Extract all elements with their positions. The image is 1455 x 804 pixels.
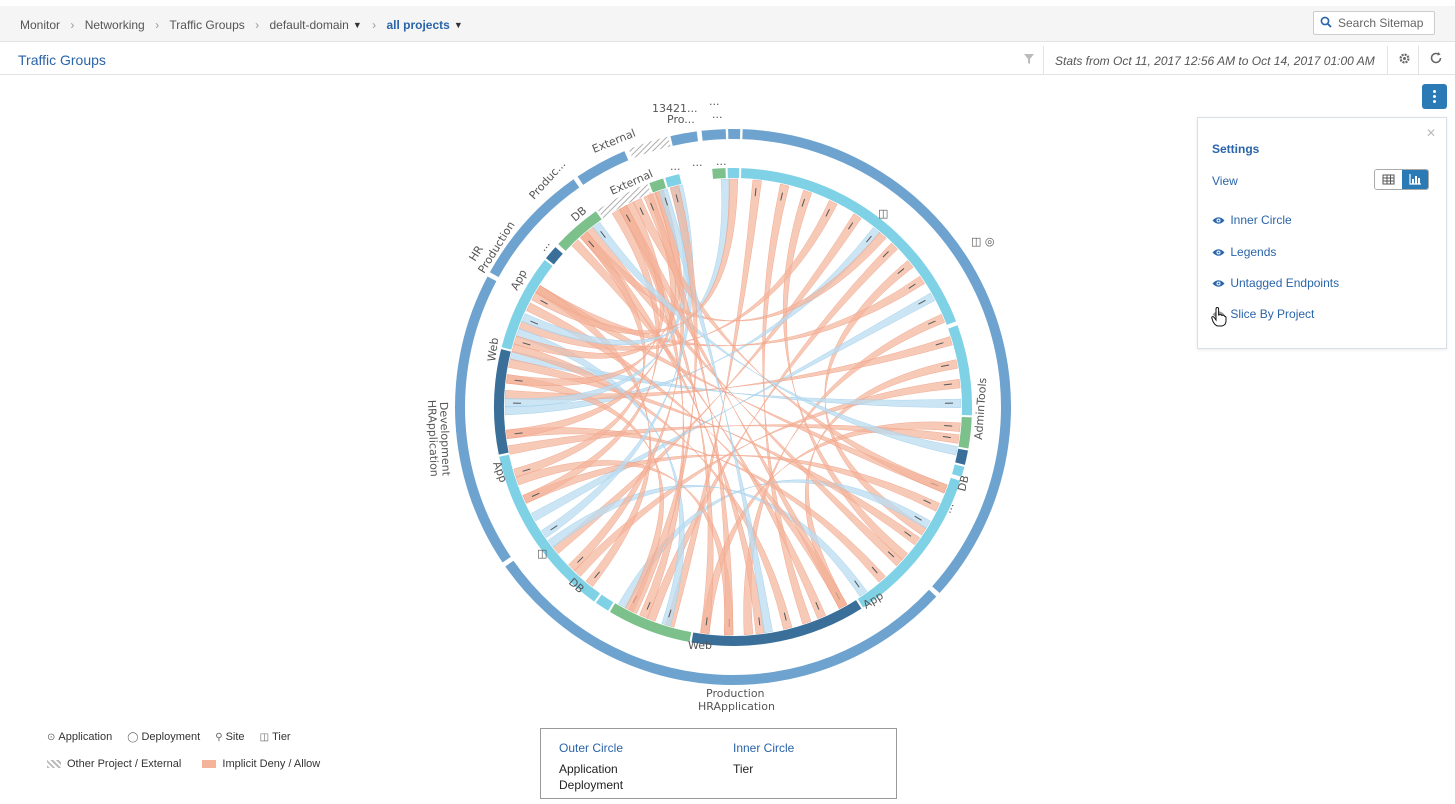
inner-circle-line: Tier [733, 762, 754, 776]
outer-arc-13421b[interactable] [670, 131, 699, 146]
inner-arc-cyan-1[interactable] [727, 168, 740, 179]
legend-tier: ◫ Tier [260, 731, 291, 743]
outer-arc-13421[interactable] [701, 129, 726, 141]
inner-arc-small[interactable] [595, 594, 614, 611]
traffic-chord[interactable] [573, 378, 961, 577]
chord-layer [504, 178, 962, 636]
legend-types: ⊙ Application ◯ Deployment ⚲ Site ◫ Tier [47, 731, 303, 743]
inner-arc-web-bottom[interactable] [691, 600, 862, 646]
legend-other-project: Other Project / External [47, 758, 181, 770]
inner-label-dots-1: ... [670, 160, 681, 173]
inner-label-dots-left: ... [536, 238, 553, 254]
legend-deployment: ◯ Deployment [127, 731, 200, 743]
outer-circle-column: Outer Circle Application Deployment [559, 741, 623, 793]
tier-icon: ◫ [259, 732, 270, 743]
outer-label-production-bottom: Production [706, 687, 765, 700]
legend-site: ⚲ Site [215, 731, 244, 743]
inner-arc-db-right[interactable] [958, 416, 972, 449]
outer-arc-external[interactable] [628, 136, 671, 159]
tier-icon: ◫ [878, 207, 888, 220]
outer-circle-title: Outer Circle [559, 741, 624, 755]
inner-arc-dark-right[interactable] [955, 448, 968, 465]
outer-label-pro: Pro... [667, 113, 695, 126]
legend-deployment-label: Deployment [141, 731, 201, 743]
inner-label-dots-2: ... [692, 156, 703, 169]
inner-label-web-left: Web [485, 337, 501, 363]
outer-label-top2b: ... [712, 108, 723, 121]
outer-label-hrapplication-bottom: HRApplication [698, 700, 775, 713]
cloud-icon: ◯ [127, 732, 139, 743]
hatch-swatch [47, 760, 61, 769]
legend-traffic: Other Project / External Implicit Deny /… [47, 758, 338, 770]
tier-icon: ◫ [537, 547, 547, 560]
inner-label-web-bottom: Web [688, 639, 712, 652]
implicit-swatch [202, 760, 217, 769]
inner-label-db-right: DB [955, 474, 971, 493]
inner-circle-column: Inner Circle Tier [733, 741, 794, 777]
inner-arc-green-1[interactable] [712, 168, 726, 179]
legend-application: ⊙ Application [47, 731, 112, 743]
outer-circle-line: Application [559, 762, 618, 776]
circles-legend: Outer Circle Application Deployment Inne… [540, 728, 897, 799]
outer-arc-top2[interactable] [728, 129, 741, 140]
outer-circle-line: Deployment [559, 778, 624, 792]
legend-tier-label: Tier [272, 731, 291, 743]
legend-other-project-label: Other Project / External [67, 758, 182, 770]
pin-icon: ⚲ [215, 732, 223, 743]
inner-label-dots-3: ... [716, 155, 727, 168]
legend-application-label: Application [58, 731, 113, 743]
traffic-chord-diagram: 13421... Pro... ... ... External Produc.… [425, 95, 1011, 713]
legend-implicit-label: Implicit Deny / Allow [222, 758, 321, 770]
outer-label-top2: ... [709, 95, 720, 108]
application-icon: ⊙ [47, 732, 56, 743]
inner-label-admintools: AdminTools [972, 377, 989, 440]
legend-implicit: Implicit Deny / Allow [202, 758, 320, 770]
arrow-tick [944, 424, 953, 427]
outer-label-hrapplication: HRApplication [425, 400, 441, 477]
inner-circle-title: Inner Circle [733, 741, 795, 755]
application-icon: ◫ ◎ [971, 235, 995, 248]
legend-site-label: Site [225, 731, 245, 743]
